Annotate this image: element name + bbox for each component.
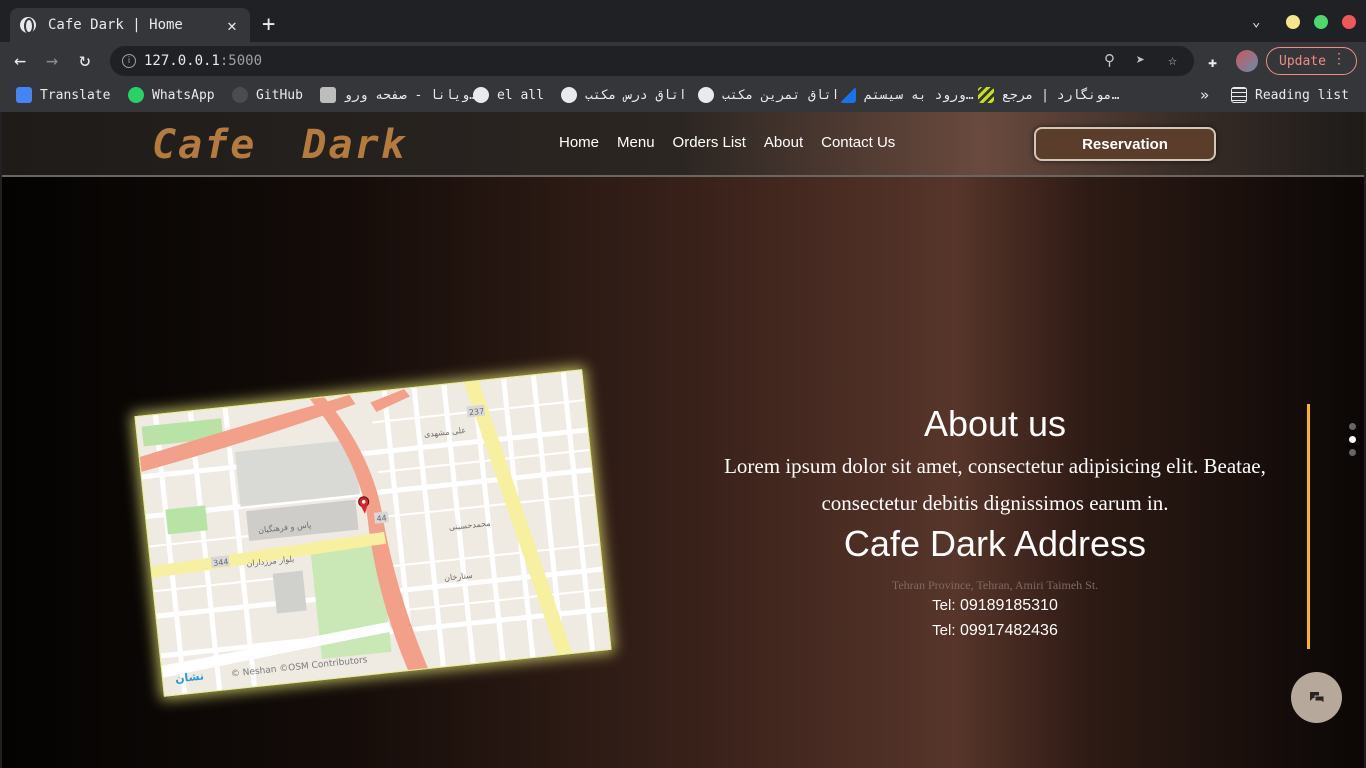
url-host: 127.0.0.1 <box>144 53 220 69</box>
about-text: Lorem ipsum dolor sit amet, consectetur … <box>724 454 1266 515</box>
road-number-344: 344 <box>213 557 229 568</box>
profile-avatar[interactable] <box>1236 50 1258 72</box>
browser-tab[interactable]: Cafe Dark | Home ✕ <box>10 8 250 42</box>
bookmark-label: el all <box>497 87 544 103</box>
account-icon <box>698 87 714 103</box>
close-tab-icon[interactable]: ✕ <box>224 16 240 35</box>
kebab-menu-icon: ⋮ <box>1332 51 1346 67</box>
google-translate-icon <box>16 87 32 103</box>
minimize-button[interactable] <box>1286 15 1300 29</box>
address-text: Tehran Province, Tehran, Amiri Taimeh St… <box>891 578 1099 592</box>
window-close-button[interactable] <box>1342 15 1356 29</box>
browser-toolbar: ← → ↻ i 127.0.0.1:5000 ⚲ ➤ ☆ ✚ Update ⋮ <box>0 42 1366 80</box>
page-icon <box>320 87 336 103</box>
bookmark-login[interactable]: ورود به سیستم… <box>840 87 974 103</box>
bookmark-label: GitHub <box>256 87 303 103</box>
tab-title: Cafe Dark | Home <box>48 17 183 33</box>
phone-line: Tel: 09189185310 <box>702 593 1288 618</box>
bookmarks-bar: Translate WhatsApp GitHub ویانا - صفحه و… <box>0 80 1366 112</box>
tel-label: Tel: <box>932 597 956 614</box>
reload-icon[interactable]: ↻ <box>79 49 90 71</box>
section-dot[interactable] <box>1349 449 1356 456</box>
section-dot[interactable] <box>1349 423 1356 430</box>
zoom-icon[interactable]: ⚲ <box>1104 51 1115 69</box>
accent-bar <box>1307 404 1310 649</box>
triangle-icon <box>840 87 856 103</box>
maximize-button[interactable] <box>1314 15 1328 29</box>
address-title: Cafe Dark Address <box>843 523 1147 564</box>
reading-list-icon <box>1231 87 1247 103</box>
whatsapp-icon <box>128 87 144 103</box>
location-map[interactable]: 237 44 344 بلوار مرزداران پاس و فرهنگیان… <box>134 369 612 697</box>
reservation-button[interactable]: Reservation <box>1034 127 1216 161</box>
bookmark-viana[interactable]: ویانا - صفحه ورو… <box>320 87 477 103</box>
page-viewport: Cafe Dark Home Menu Orders List About Co… <box>2 112 1364 768</box>
chat-button[interactable] <box>1291 672 1342 723</box>
main-nav: Home Menu Orders List About Contact Us <box>559 134 895 151</box>
road-number-44: 44 <box>376 514 387 524</box>
map-canvas: 237 44 344 بلوار مرزداران پاس و فرهنگیان… <box>135 370 612 697</box>
account-icon <box>473 87 489 103</box>
site-info-icon[interactable]: i <box>122 54 136 68</box>
about-title: About us <box>923 403 1067 444</box>
nav-menu[interactable]: Menu <box>617 134 655 151</box>
phone-number[interactable]: 09917482436 <box>960 622 1058 639</box>
nav-about[interactable]: About <box>764 134 803 151</box>
about-section: About us Lorem ipsum dolor sit amet, con… <box>702 402 1288 643</box>
globe-icon <box>20 17 36 34</box>
update-button[interactable]: Update ⋮ <box>1266 47 1357 75</box>
bookmark-practice-room[interactable]: اتاق تمرین مکتب <box>698 87 839 103</box>
update-label: Update <box>1279 53 1326 69</box>
stripes-icon <box>978 87 994 103</box>
bookmark-star-icon[interactable]: ☆ <box>1168 51 1177 69</box>
reading-list[interactable]: Reading list <box>1231 87 1349 103</box>
url-port: :5000 <box>219 53 263 69</box>
account-icon <box>561 87 577 103</box>
reading-list-label: Reading list <box>1255 87 1349 103</box>
extensions-icon[interactable]: ✚ <box>1208 53 1217 71</box>
back-arrow-icon[interactable]: ← <box>14 49 26 71</box>
section-dot-active[interactable] <box>1349 436 1356 443</box>
bookmark-label: Translate <box>40 87 111 103</box>
bookmark-translate[interactable]: Translate <box>16 87 110 103</box>
bookmark-label: ویانا - صفحه ورو… <box>344 87 477 103</box>
bookmark-class-room[interactable]: اتاق درس مکتب <box>561 87 687 103</box>
site-header: Cafe Dark Home Menu Orders List About Co… <box>2 112 1364 177</box>
send-icon[interactable]: ➤ <box>1136 51 1145 69</box>
site-logo[interactable]: Cafe Dark <box>152 122 407 168</box>
bookmark-el-all[interactable]: el all <box>473 87 544 103</box>
bookmark-label: WhatsApp <box>152 87 215 103</box>
bookmark-label: مونگارد | مرجع… <box>1002 87 1120 103</box>
phone-number[interactable]: 09189185310 <box>960 597 1058 614</box>
nav-contact-us[interactable]: Contact Us <box>821 134 895 151</box>
bookmark-github[interactable]: GitHub <box>232 87 303 103</box>
bookmark-mongard[interactable]: مونگارد | مرجع… <box>978 87 1119 103</box>
bookmark-whatsapp[interactable]: WhatsApp <box>128 87 215 103</box>
bookmark-label: ورود به سیستم… <box>864 87 974 103</box>
github-icon <box>232 87 248 103</box>
chat-bubble-icon <box>1309 691 1324 704</box>
road-number-237: 237 <box>468 407 484 418</box>
bookmark-label: اتاق درس مکتب <box>585 87 687 103</box>
nav-home[interactable]: Home <box>559 134 599 151</box>
phone-line: Tel: 09917482436 <box>702 618 1288 643</box>
tab-strip: Cafe Dark | Home ✕ + ⌄ <box>0 0 1366 42</box>
chevron-down-icon[interactable]: ⌄ <box>1252 14 1260 30</box>
new-tab-button[interactable]: + <box>262 14 275 36</box>
section-dots-nav <box>1349 423 1356 462</box>
address-bar[interactable]: i 127.0.0.1:5000 <box>110 46 1194 76</box>
bookmark-label: اتاق تمرین مکتب <box>722 87 840 103</box>
tel-label: Tel: <box>932 622 956 639</box>
forward-arrow-icon[interactable]: → <box>46 49 58 71</box>
more-bookmarks-icon[interactable]: » <box>1200 86 1209 104</box>
nav-orders-list[interactable]: Orders List <box>673 134 746 151</box>
